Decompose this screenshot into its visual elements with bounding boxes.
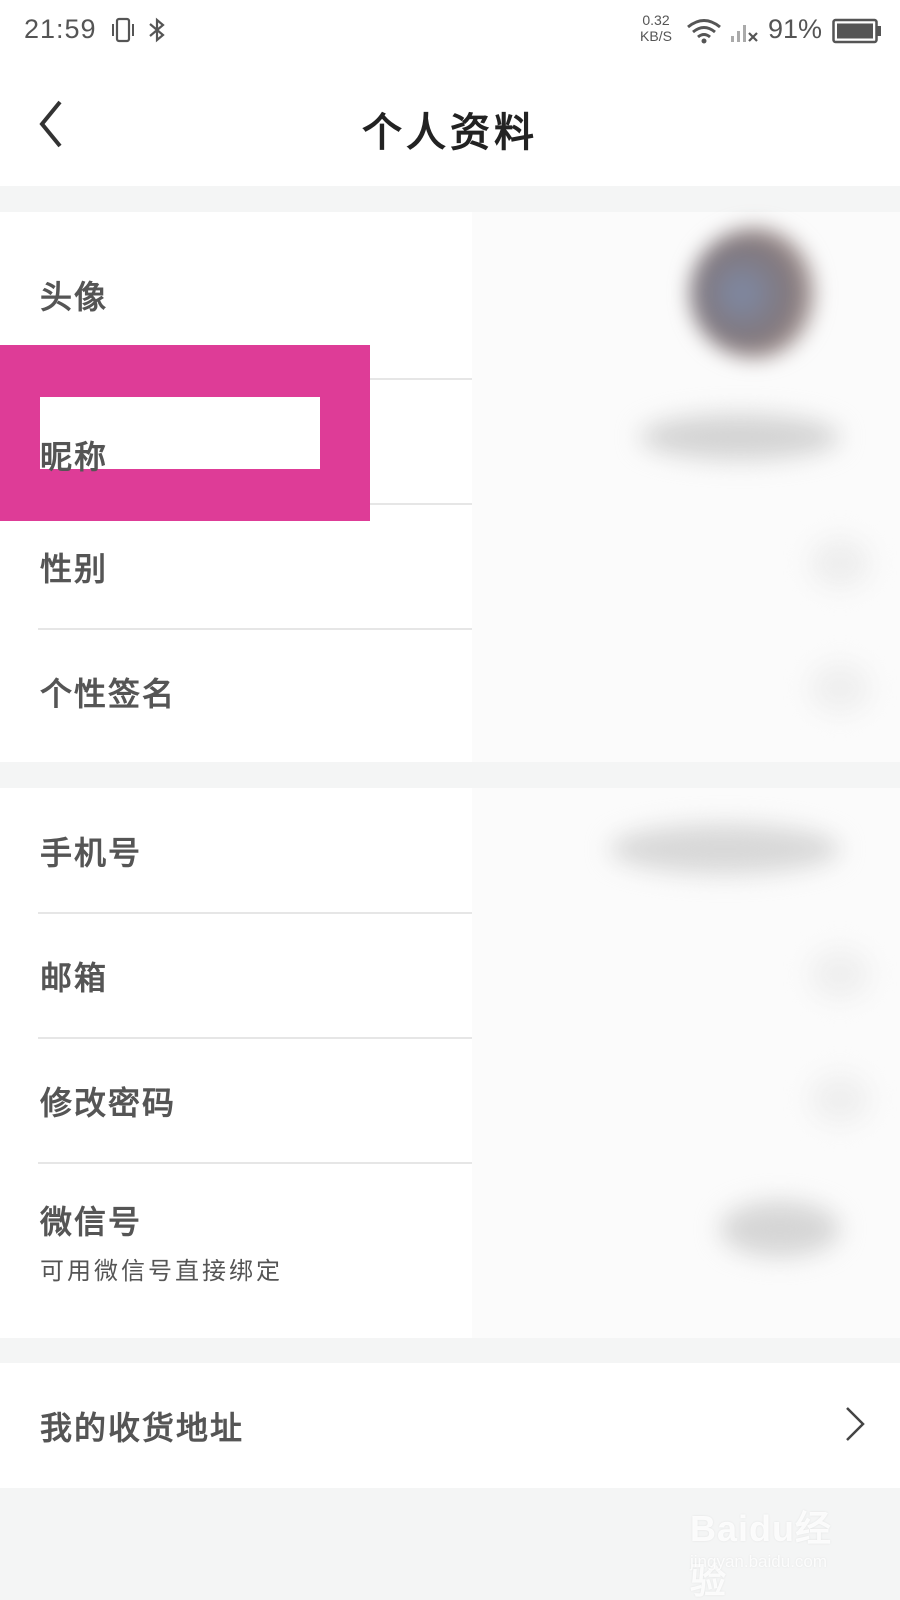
row-label-wechat: 微信号 [40, 1203, 143, 1241]
blurred-gender-value [810, 538, 870, 588]
chevron-right-icon [846, 1407, 865, 1441]
blurred-signature-value [810, 663, 870, 713]
status-bar: 21:59 0.32 KB/S 91% [0, 0, 900, 62]
row-label-gender: 性别 [40, 550, 109, 588]
network-speed-unit: KB/S [640, 28, 672, 44]
row-signature[interactable]: 个性签名 [0, 629, 900, 762]
watermark-url: jingyan.baidu.com [690, 1552, 828, 1571]
row-sublabel-wechat: 可用微信号直接绑定 [40, 1257, 283, 1285]
address-group: 我的收货地址 [0, 1363, 900, 1488]
row-change-password[interactable]: 修改密码 [0, 1038, 900, 1162]
row-wechat[interactable]: 微信号 可用微信号直接绑定 [0, 1163, 900, 1338]
watermark-logo: Baidu经验 [690, 1508, 833, 1600]
row-label-signature: 个性签名 [40, 675, 177, 713]
page-title: 个人资料 [362, 109, 538, 156]
row-label-avatar: 头像 [40, 278, 109, 316]
row-label-shipping-address: 我的收货地址 [40, 1409, 245, 1447]
blurred-nickname-value [640, 414, 840, 460]
vibrate-icon [112, 17, 134, 43]
row-label-nickname: 昵称 [40, 438, 109, 476]
network-speed-value: 0.32 [642, 12, 670, 28]
avatar[interactable] [690, 228, 820, 358]
blurred-password-value [810, 1074, 870, 1124]
battery-icon [832, 18, 881, 44]
watermark: Baidu经验 jingyan.baidu.com [690, 1500, 860, 1600]
network-speed: 0.32 KB/S [636, 12, 676, 44]
wifi-icon [687, 19, 721, 44]
row-label-phone: 手机号 [40, 834, 143, 872]
row-email[interactable]: 邮箱 [0, 913, 900, 1037]
row-phone[interactable]: 手机号 [0, 788, 900, 912]
status-time: 21:59 [24, 14, 97, 44]
blurred-wechat-value [720, 1201, 840, 1257]
blurred-phone-value [610, 824, 840, 874]
header: 个人资料 [0, 62, 900, 186]
account-settings-group: 手机号 邮箱 修改密码 微信号 可用微信号直接绑定 [0, 788, 900, 1338]
bluetooth-icon [149, 17, 165, 43]
blurred-email-value [810, 949, 870, 999]
battery-percent: 91% [768, 14, 823, 44]
row-shipping-address[interactable]: 我的收货地址 [0, 1363, 900, 1488]
row-gender[interactable]: 性别 [0, 504, 900, 628]
signal-icon [731, 25, 758, 42]
row-label-change-password: 修改密码 [40, 1084, 177, 1122]
row-label-email: 邮箱 [40, 959, 109, 997]
